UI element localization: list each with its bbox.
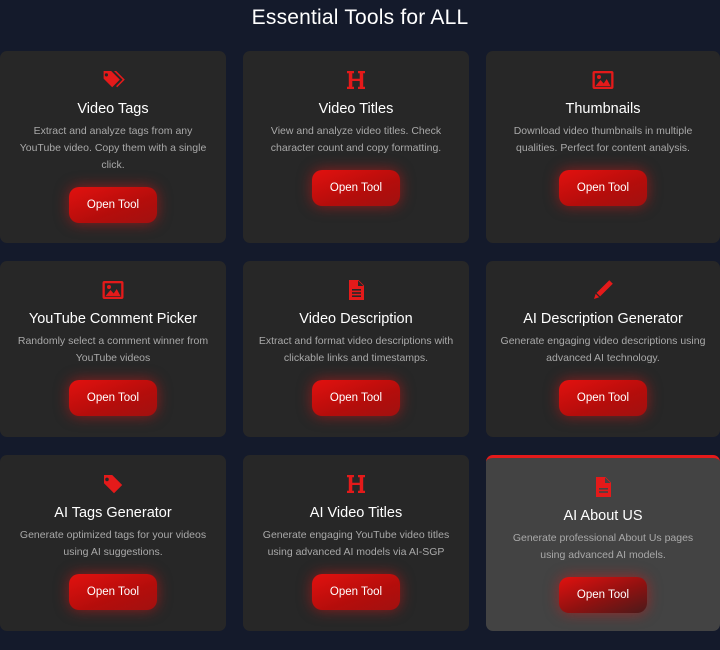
open-tool-button[interactable]: Open Tool bbox=[69, 187, 157, 223]
tool-card-youtube-comment-picker: YouTube Comment Picker Randomly select a… bbox=[0, 261, 226, 437]
image-icon bbox=[14, 277, 212, 303]
open-tool-button[interactable]: Open Tool bbox=[312, 380, 400, 416]
tool-card-video-description: Video Description Extract and format vid… bbox=[243, 261, 469, 437]
card-description: Generate professional About Us pages usi… bbox=[512, 532, 694, 561]
card-description: Generate optimized tags for your videos … bbox=[19, 529, 207, 558]
card-description: Download video thumbnails in multiple qu… bbox=[513, 125, 693, 154]
open-tool-button[interactable]: Open Tool bbox=[559, 577, 647, 613]
card-description: Extract and format video descriptions wi… bbox=[258, 335, 454, 364]
card-description: Randomly select a comment winner from Yo… bbox=[17, 335, 209, 364]
image-icon bbox=[500, 67, 706, 93]
card-title: AI About US bbox=[563, 508, 643, 524]
card-title: Video Description bbox=[299, 311, 413, 327]
tool-card-ai-tags-generator: AI Tags Generator Generate optimized tag… bbox=[0, 455, 226, 631]
heading-icon bbox=[257, 471, 455, 497]
card-description: Generate engaging video descriptions usi… bbox=[500, 335, 706, 364]
tool-card-ai-description-generator: AI Description Generator Generate engagi… bbox=[486, 261, 720, 437]
card-title: Video Titles bbox=[318, 101, 394, 117]
card-description: Generate engaging YouTube video titles u… bbox=[262, 529, 450, 558]
open-tool-button[interactable]: Open Tool bbox=[312, 170, 400, 206]
tags-icon bbox=[14, 67, 212, 93]
tool-card-ai-video-titles: AI Video Titles Generate engaging YouTub… bbox=[243, 455, 469, 631]
open-tool-button[interactable]: Open Tool bbox=[69, 380, 157, 416]
file-text-icon bbox=[257, 277, 455, 303]
open-tool-button[interactable]: Open Tool bbox=[312, 574, 400, 610]
card-title: Thumbnails bbox=[565, 101, 641, 117]
tool-card-video-tags: Video Tags Extract and analyze tags from… bbox=[0, 51, 226, 243]
heading-icon bbox=[257, 67, 455, 93]
card-title: Video Tags bbox=[77, 101, 149, 117]
tool-card-ai-about-us: AI About US Generate professional About … bbox=[486, 455, 720, 631]
tag-icon bbox=[14, 471, 212, 497]
card-title: AI Video Titles bbox=[309, 505, 403, 521]
card-title: AI Description Generator bbox=[523, 311, 683, 327]
open-tool-button[interactable]: Open Tool bbox=[559, 380, 647, 416]
open-tool-button[interactable]: Open Tool bbox=[559, 170, 647, 206]
tool-card-thumbnails: Thumbnails Download video thumbnails in … bbox=[486, 51, 720, 243]
tools-grid: Video Tags Extract and analyze tags from… bbox=[0, 51, 720, 631]
pen-icon bbox=[500, 277, 706, 303]
page-title: Essential Tools for ALL bbox=[251, 6, 469, 29]
card-title: YouTube Comment Picker bbox=[28, 311, 198, 327]
card-description: View and analyze video titles. Check cha… bbox=[270, 125, 442, 154]
file-icon bbox=[500, 474, 706, 500]
card-description: Extract and analyze tags from any YouTub… bbox=[19, 125, 207, 171]
card-title: AI Tags Generator bbox=[54, 505, 172, 521]
tool-card-video-titles: Video Titles View and analyze video titl… bbox=[243, 51, 469, 243]
open-tool-button[interactable]: Open Tool bbox=[69, 574, 157, 610]
